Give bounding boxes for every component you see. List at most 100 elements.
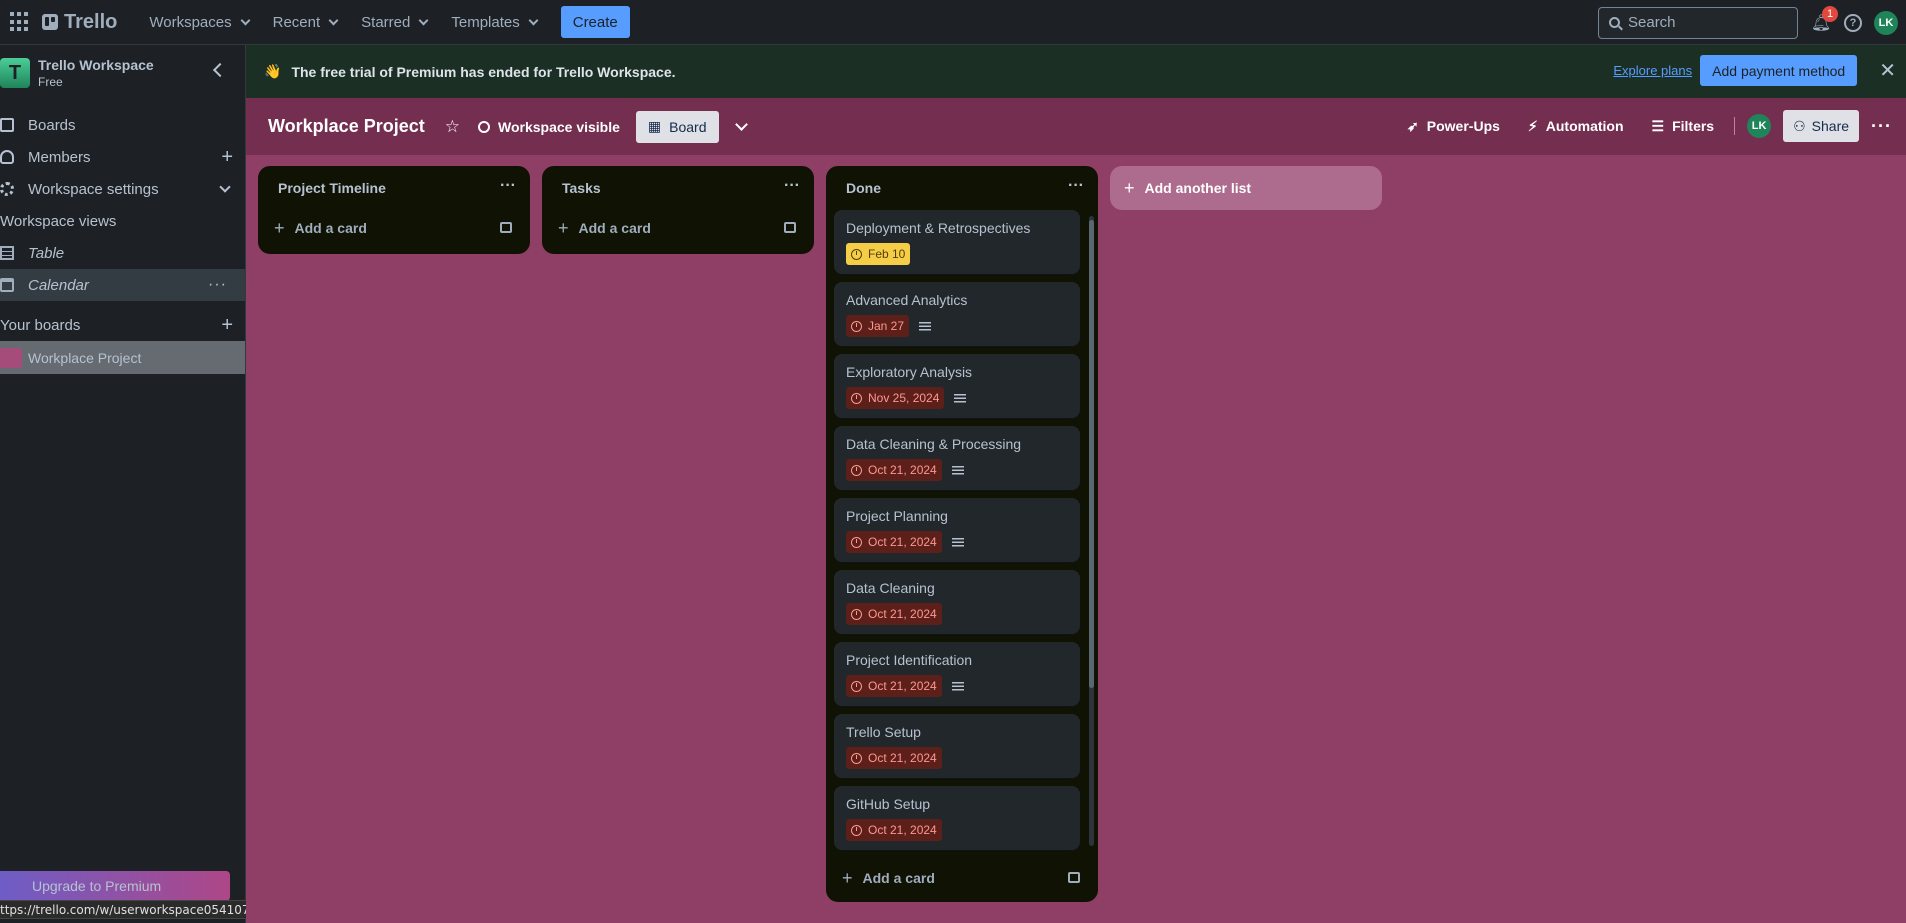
topbar-right: Search 🔔︎ 1 ? LK xyxy=(1598,0,1898,45)
due-date-badge[interactable]: Oct 21, 2024 xyxy=(846,459,942,481)
add-payment-button[interactable]: Add payment method xyxy=(1700,55,1858,86)
sidebar-item-label: Members xyxy=(28,148,91,166)
chevron-down-icon xyxy=(418,15,429,25)
account-avatar[interactable]: LK xyxy=(1874,10,1898,35)
add-board-icon[interactable]: + xyxy=(221,314,233,337)
list-menu-icon[interactable]: ··· xyxy=(500,177,516,195)
star-icon[interactable]: ☆ xyxy=(445,117,460,137)
list-menu-icon[interactable]: ··· xyxy=(1068,177,1084,195)
explore-plans-link[interactable]: Explore plans xyxy=(1613,63,1692,78)
automation-button[interactable]: ⚡︎ Automation xyxy=(1520,118,1632,135)
card[interactable]: Data Cleaning Oct 21, 2024 xyxy=(834,570,1080,634)
due-date-text: Jan 27 xyxy=(868,319,905,333)
card[interactable]: Exploratory Analysis Nov 25, 2024 xyxy=(834,354,1080,418)
card[interactable]: Advanced Analytics Jan 27 xyxy=(834,282,1080,346)
card[interactable]: Data Cleaning & Processing Oct 21, 2024 xyxy=(834,426,1080,490)
sidebar-item-settings[interactable]: Workspace settings xyxy=(0,173,245,205)
list-title[interactable]: Done xyxy=(846,180,881,196)
create-button[interactable]: Create xyxy=(560,6,630,38)
add-card-button[interactable]: + Add a card xyxy=(258,210,530,246)
due-date-badge[interactable]: Oct 21, 2024 xyxy=(846,747,942,769)
board-header-actions: ➶ Power-Ups ⚡︎ Automation ☰ Filters LK ⚇ Sha… xyxy=(1399,110,1892,142)
due-date-text: Oct 21, 2024 xyxy=(868,823,937,837)
filter-icon: ☰ xyxy=(1651,117,1665,134)
description-icon xyxy=(951,681,964,691)
board-icon xyxy=(0,118,14,132)
sidebar: T Trello Workspace Free Boards Members +… xyxy=(0,45,435,923)
board-name: Workplace Project xyxy=(28,349,142,366)
list-menu-icon[interactable]: ··· xyxy=(784,177,800,195)
chevron-down-icon[interactable] xyxy=(734,117,748,131)
list-header[interactable]: Done ··· xyxy=(826,166,1098,210)
more-options-icon[interactable]: ··· xyxy=(1871,116,1892,137)
notifications-button[interactable]: 🔔︎ 1 xyxy=(1810,5,1838,34)
card-badges: Oct 21, 2024 xyxy=(846,747,1068,769)
card-title: Data Cleaning xyxy=(846,580,935,596)
clock-icon xyxy=(851,536,862,548)
banner-actions: Explore plans Add payment method ✕ xyxy=(1613,55,1896,86)
collapse-sidebar-icon[interactable] xyxy=(212,62,228,78)
add-card-button[interactable]: + Add a card xyxy=(542,210,814,246)
more-options-icon[interactable]: ··· xyxy=(208,276,227,294)
board-title[interactable]: Workplace Project xyxy=(268,116,425,137)
due-date-badge[interactable]: Oct 21, 2024 xyxy=(846,675,942,697)
list-title[interactable]: Project Timeline xyxy=(278,180,386,196)
card[interactable]: Project Identification Oct 21, 2024 xyxy=(834,642,1080,706)
card[interactable]: Trello Setup Oct 21, 2024 xyxy=(834,714,1080,778)
workspace-views-heading: Workspace views xyxy=(0,212,117,230)
app-switcher-icon[interactable] xyxy=(8,12,28,32)
due-date-badge[interactable]: Oct 21, 2024 xyxy=(846,531,942,553)
sidebar-board-workplace-project[interactable]: Workplace Project xyxy=(0,341,245,374)
add-list-button[interactable]: + Add another list xyxy=(1110,166,1382,210)
list-scrollbar[interactable] xyxy=(1089,216,1094,846)
list-header[interactable]: Project Timeline ··· xyxy=(258,166,530,210)
due-date-badge[interactable]: Nov 25, 2024 xyxy=(846,387,945,409)
description-icon xyxy=(951,537,964,547)
people-icon xyxy=(477,120,490,133)
search-input[interactable]: Search xyxy=(1598,6,1798,39)
sidebar-item-members[interactable]: Members + xyxy=(0,141,245,173)
visibility-button[interactable]: Workspace visible xyxy=(477,119,620,135)
help-icon[interactable]: ? xyxy=(1844,13,1862,32)
board-member-avatar[interactable]: LK xyxy=(1747,114,1772,138)
card-template-icon[interactable] xyxy=(1068,872,1080,883)
due-date-badge[interactable]: Oct 21, 2024 xyxy=(846,603,942,625)
sidebar-item-boards[interactable]: Boards xyxy=(0,109,245,141)
board-view-button[interactable]: ▦ Board xyxy=(635,110,719,143)
add-card-button[interactable]: + Add a card xyxy=(826,860,1098,896)
card[interactable]: GitHub Setup Oct 21, 2024 xyxy=(834,786,1080,850)
power-ups-button[interactable]: ➶ Power-Ups xyxy=(1399,118,1508,135)
workspace-name[interactable]: Trello Workspace xyxy=(38,57,154,73)
nav-templates[interactable]: Templates xyxy=(439,6,548,38)
nav-starred[interactable]: Starred xyxy=(349,6,439,38)
nav-workspaces[interactable]: Workspaces xyxy=(137,6,260,38)
sidebar-item-calendar[interactable]: Calendar ··· xyxy=(0,269,245,301)
card-template-icon[interactable] xyxy=(784,222,796,233)
card-title: Advanced Analytics xyxy=(846,292,968,308)
view-label: Board xyxy=(669,118,707,135)
sidebar-item-table[interactable]: Table xyxy=(0,237,245,269)
due-date-badge[interactable]: Feb 10 xyxy=(846,243,911,265)
close-icon[interactable]: ✕ xyxy=(1879,58,1896,83)
plus-icon: + xyxy=(274,217,285,238)
card[interactable]: Deployment & Retrospectives Feb 10 xyxy=(834,210,1080,274)
due-date-badge[interactable]: Oct 21, 2024 xyxy=(846,819,942,841)
wave-icon: 👋 xyxy=(264,63,282,79)
share-button[interactable]: ⚇ Share xyxy=(1783,110,1860,142)
due-date-badge[interactable]: Jan 27 xyxy=(846,315,910,337)
scrollbar-thumb[interactable] xyxy=(1089,220,1094,688)
card-title: Trello Setup xyxy=(846,724,921,740)
trello-logo[interactable]: Trello xyxy=(42,11,117,34)
add-member-icon[interactable]: + xyxy=(221,146,233,169)
trello-mark-icon xyxy=(42,14,58,30)
list-header[interactable]: Tasks ··· xyxy=(542,166,814,210)
add-list-label: Add another list xyxy=(1144,180,1252,196)
logo-text: Trello xyxy=(64,10,118,33)
upgrade-premium-button[interactable]: Upgrade to Premium xyxy=(0,871,230,901)
nav-recent[interactable]: Recent xyxy=(261,6,350,38)
card[interactable]: Project Planning Oct 21, 2024 xyxy=(834,498,1080,562)
list-title[interactable]: Tasks xyxy=(562,180,601,196)
card-template-icon[interactable] xyxy=(500,222,512,233)
filters-button[interactable]: ☰ Filters xyxy=(1644,118,1723,135)
workspace-plan: Free xyxy=(38,75,63,89)
